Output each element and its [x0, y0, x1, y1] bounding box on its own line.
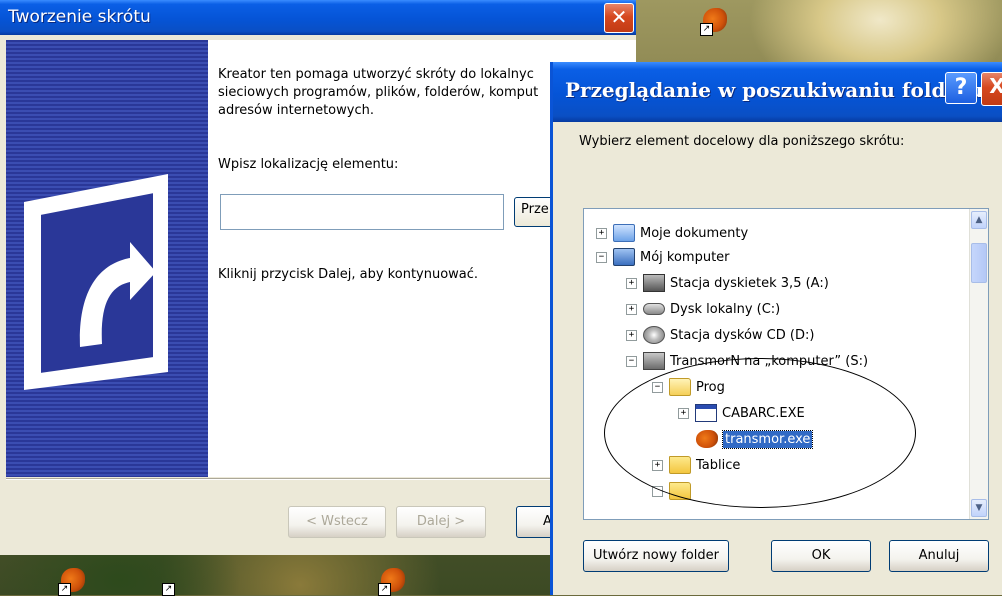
tree-item-my-documents[interactable]: + Moje dokumenty — [596, 221, 748, 245]
tree-item-label: Tablice — [696, 457, 741, 473]
dialog-cancel-button[interactable]: Anuluj — [889, 540, 989, 572]
tree-item-network-drive[interactable]: − TransmorN na „komputer” (S:) — [626, 349, 868, 373]
scroll-up-icon[interactable]: ▲ — [971, 211, 987, 229]
documents-icon — [613, 224, 635, 242]
desktop-shortcut-icon[interactable]: ↗ — [700, 6, 730, 36]
shortcut-arrow-icon: ↗ — [378, 583, 391, 596]
tree-item-my-computer[interactable]: − Mój komputer — [596, 245, 730, 269]
wizard-separator — [6, 478, 636, 480]
collapse-icon[interactable]: − — [626, 355, 637, 367]
shortcut-arrow-icon: ↗ — [162, 583, 175, 596]
tree-item-transmor[interactable]: transmor.exe — [696, 427, 814, 451]
ok-button[interactable]: OK — [771, 540, 871, 572]
tree-item-label: Stacja dyskietek 3,5 (A:) — [670, 275, 829, 291]
wizard-title-bar[interactable]: Tworzenie skrótu ✕ — [0, 0, 636, 35]
expand-icon[interactable]: + — [626, 329, 637, 341]
cd-drive-icon — [643, 326, 665, 344]
tree-item-label: Moje dokumenty — [640, 225, 749, 241]
wizard-close-button[interactable]: ✕ — [604, 3, 634, 33]
back-button[interactable]: < Wstecz — [288, 506, 386, 538]
tree-item-partial[interactable] — [652, 479, 696, 503]
computer-icon — [613, 248, 635, 266]
fox-app-icon — [696, 430, 718, 448]
tree-item-label: Stacja dysków CD (D:) — [670, 327, 815, 343]
help-button[interactable]: ? — [945, 72, 977, 104]
new-folder-button[interactable]: Utwórz nowy folder — [583, 540, 729, 572]
expand-icon[interactable]: + — [596, 227, 607, 239]
dialog-close-button[interactable]: X — [981, 72, 1002, 106]
continue-instruction: Kliknij przycisk Dalej, aby kontynuować. — [218, 267, 479, 282]
expand-icon[interactable]: + — [678, 407, 689, 419]
expand-icon[interactable] — [652, 485, 663, 497]
wizard-intro-line-2: sieciowych programów, plików, folderów, … — [218, 85, 539, 100]
exe-window-icon — [695, 404, 717, 422]
wizard-intro-line-1: Kreator ten pomaga utworzyć skróty do lo… — [218, 67, 534, 82]
expand-icon[interactable]: + — [626, 277, 637, 289]
tree-item-label: Prog — [696, 379, 725, 395]
tree-item-floppy[interactable]: + Stacja dyskietek 3,5 (A:) — [626, 271, 829, 295]
dialog-prompt: Wybierz element docelowy dla poniższego … — [579, 134, 905, 149]
collapse-icon[interactable]: − — [596, 251, 607, 263]
tree-item-label: Mój komputer — [640, 249, 730, 265]
collapse-icon[interactable]: − — [652, 381, 663, 393]
tree-item-label-selected: transmor.exe — [721, 429, 814, 449]
tree-item-tablice[interactable]: + Tablice — [652, 453, 740, 477]
shortcut-wizard-window: Tworzenie skrótu ✕ Kreator ten pomaga ut… — [0, 0, 636, 555]
vertical-scrollbar[interactable]: ▲ ▼ — [969, 209, 988, 519]
wizard-banner — [6, 40, 208, 477]
tree-item-cabarc[interactable]: + CABARC.EXE — [678, 401, 805, 425]
tree-item-label: TransmorN na „komputer” (S:) — [670, 353, 869, 369]
desktop-shortcut-icon[interactable]: ↗ — [162, 566, 192, 596]
expand-icon[interactable]: + — [652, 459, 663, 471]
dialog-title-bar[interactable]: Przeglądanie w poszukiwaniu folderu ? X — [553, 62, 1002, 122]
desktop-shortcut-icon[interactable]: ↗ — [378, 566, 408, 596]
tree-item-cd-drive[interactable]: + Stacja dysków CD (D:) — [626, 323, 814, 347]
wizard-intro-line-3: adresów internetowych. — [218, 103, 374, 118]
location-input[interactable] — [220, 194, 504, 230]
desktop-shortcut-icon[interactable]: ↗ — [58, 566, 88, 596]
scroll-down-icon[interactable]: ▼ — [971, 499, 987, 517]
open-folder-icon — [669, 378, 691, 396]
tree-item-label: Dysk lokalny (C:) — [670, 301, 781, 317]
network-drive-icon — [643, 352, 665, 370]
shortcut-arrow-icon: ↗ — [58, 583, 71, 596]
tree-item-local-disk[interactable]: + Dysk lokalny (C:) — [626, 297, 780, 321]
next-button[interactable]: Dalej > — [396, 506, 486, 538]
folder-icon — [669, 482, 691, 500]
hard-disk-icon — [643, 303, 665, 315]
shortcut-arrow-icon: ↗ — [700, 23, 713, 36]
location-label: Wpisz lokalizację elementu: — [218, 157, 399, 172]
browse-folder-dialog: Przeglądanie w poszukiwaniu folderu ? X … — [550, 62, 1002, 595]
dialog-title: Przeglądanie w poszukiwaniu folderu — [565, 78, 984, 102]
floppy-drive-icon — [643, 274, 665, 292]
folder-tree[interactable]: + Moje dokumenty − Mój komputer + Stacja… — [583, 208, 989, 520]
expand-icon[interactable]: + — [626, 303, 637, 315]
tree-item-prog[interactable]: − Prog — [652, 375, 725, 399]
scroll-thumb[interactable] — [971, 243, 987, 283]
shortcut-logo-icon — [24, 174, 168, 390]
tree-item-label: CABARC.EXE — [722, 405, 805, 421]
folder-icon — [669, 456, 691, 474]
wizard-title: Tworzenie skrótu — [8, 7, 151, 27]
